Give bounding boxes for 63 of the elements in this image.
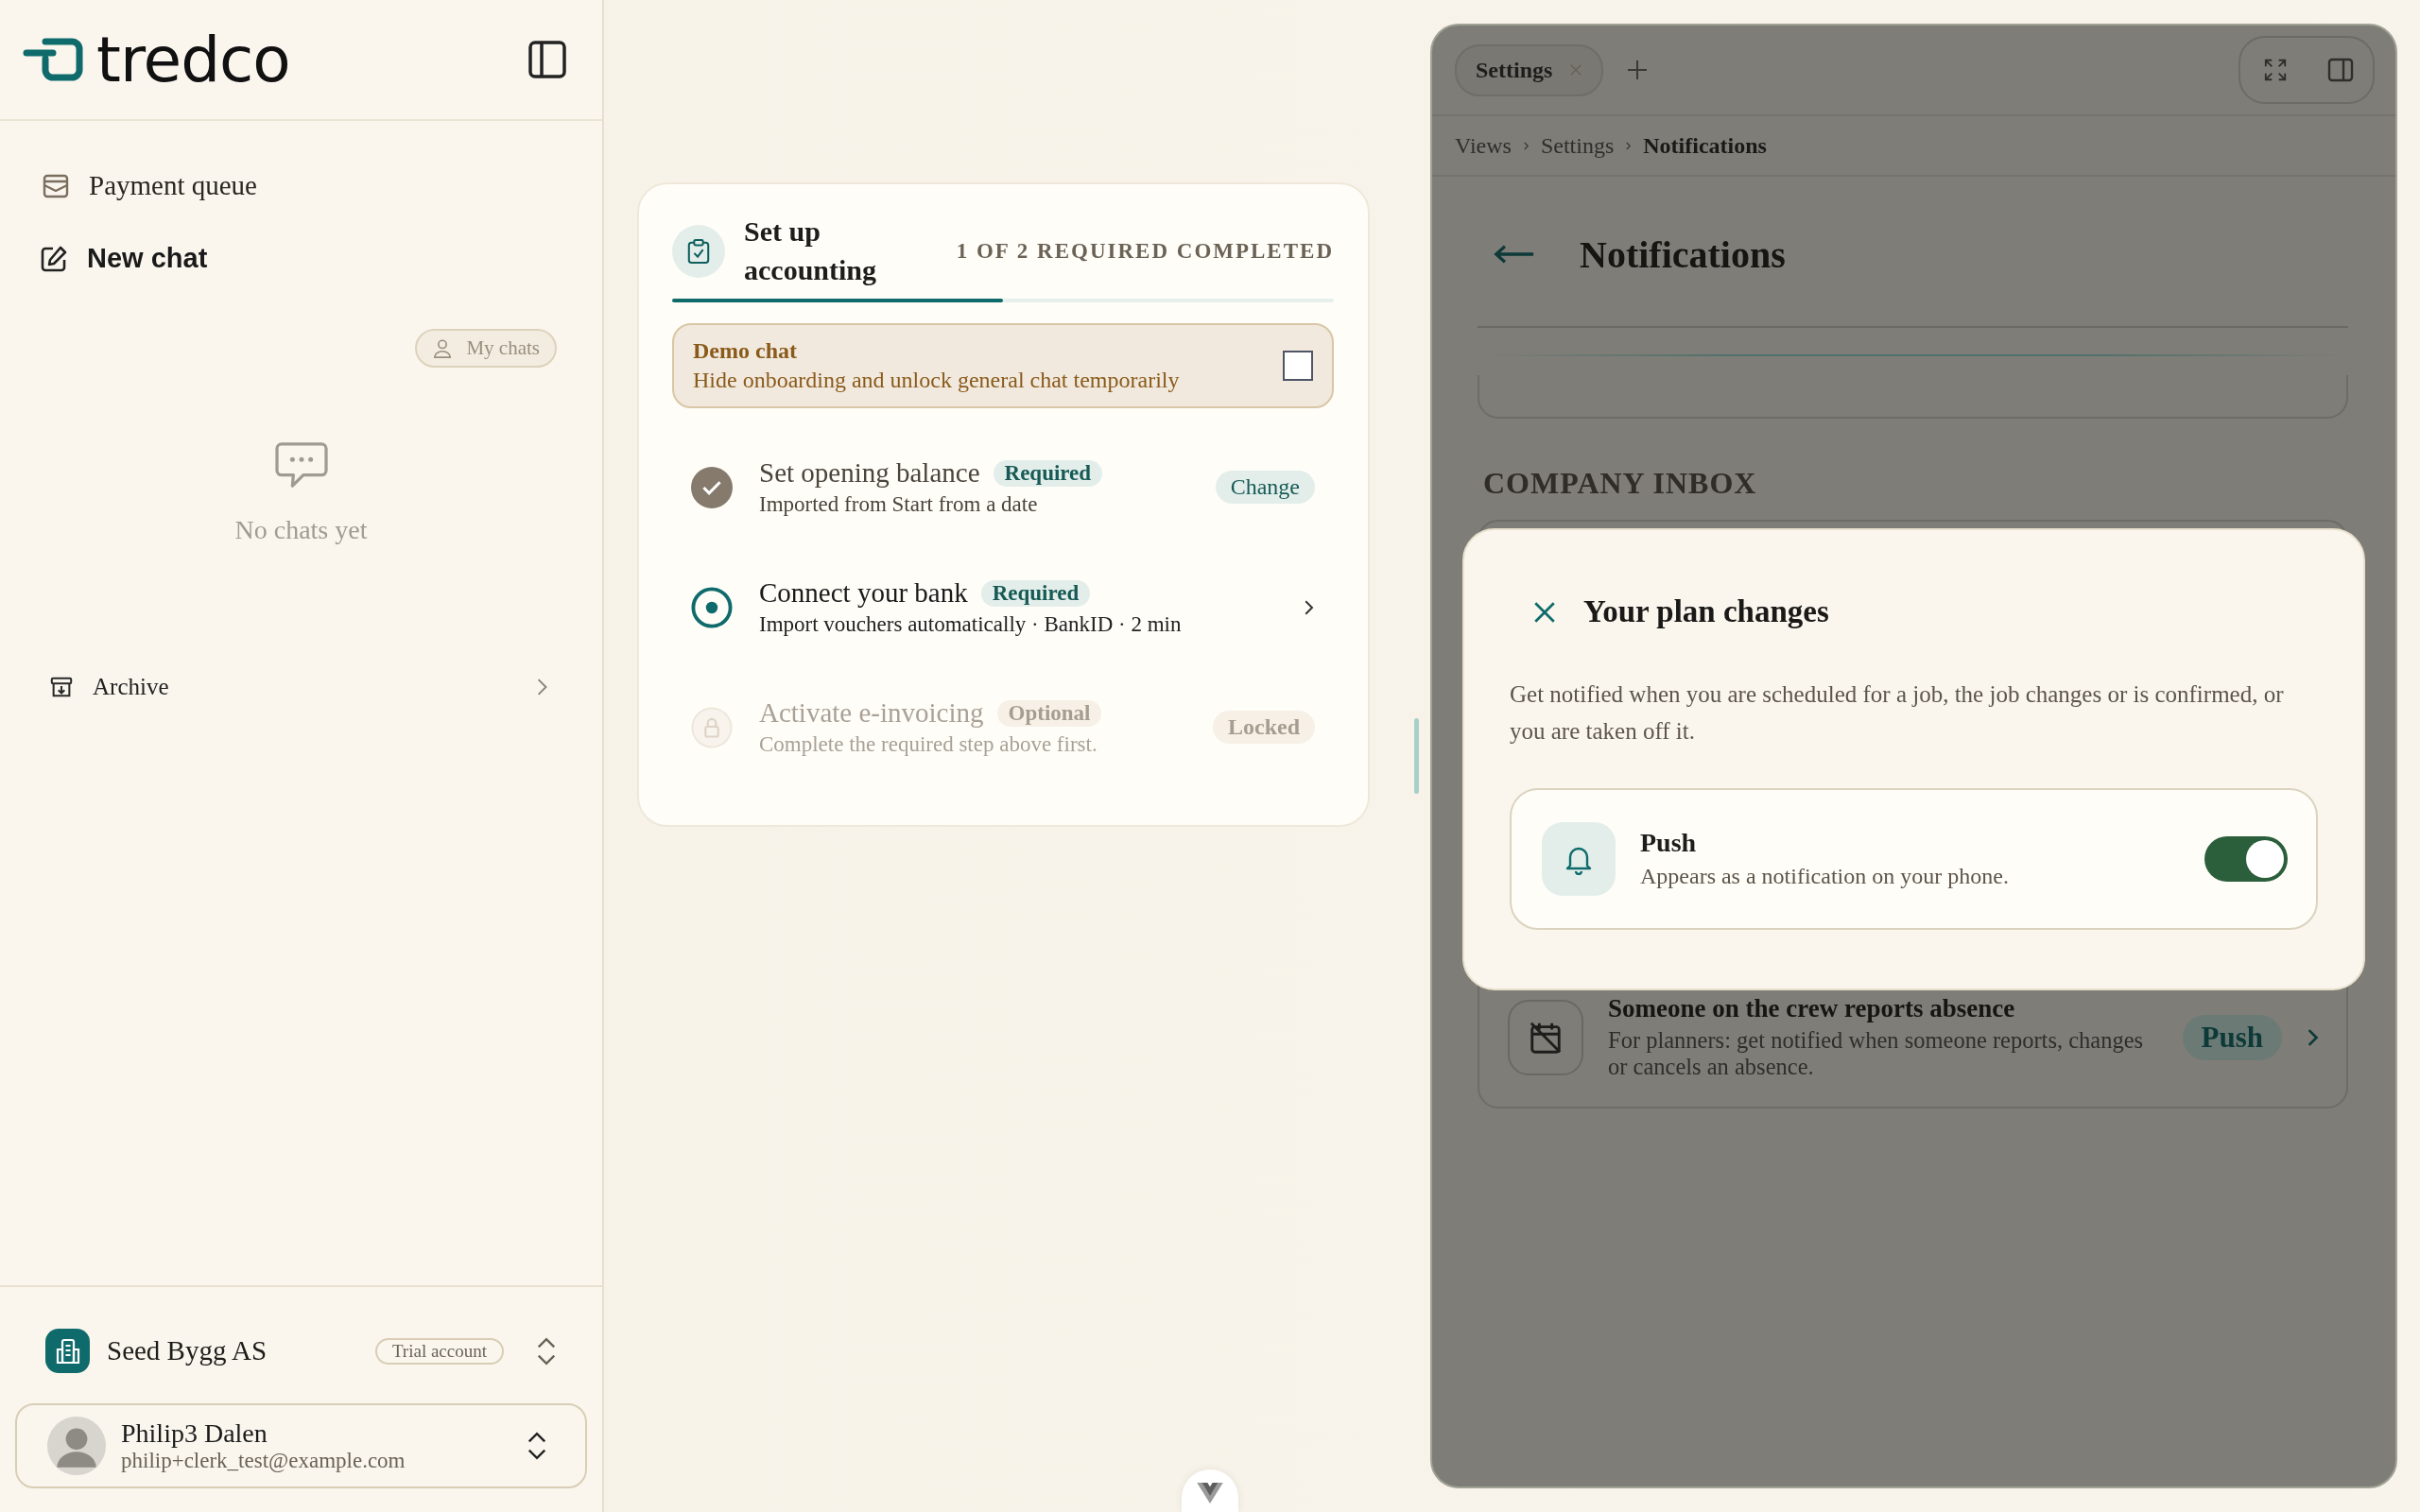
progress-text: 1 OF 2 REQUIRED COMPLETED [956,238,1334,264]
card-title: Set up accounting [744,215,877,287]
back-arrow-icon[interactable] [1493,244,1536,265]
step-title: Activate e-invoicing [759,697,984,729]
step-description: Complete the required step above first. [759,732,1098,757]
step-action-button[interactable]: Change [1215,471,1315,504]
logo-icon [23,36,85,83]
step-description: Import vouchers automatically · BankID · 2 min [759,612,1183,637]
bell-icon [1542,821,1616,896]
checkbox[interactable] [1283,351,1313,381]
locked-badge: Locked [1213,711,1315,744]
step-tag: Required [980,579,1091,607]
trial-badge: Trial account [374,1337,504,1365]
option-title: Push [1640,828,1698,858]
archive-box-icon [49,675,74,699]
user-name: Philip3 Dalen [121,1418,268,1449]
demo-title: Demo chat [693,338,798,364]
step-description: Imported from Start from a date [759,492,1039,517]
dialog-title: Your plan changes [1583,594,1829,629]
row-description: For planners: get notified when someone reports, changes or cancels an absence. [1608,1027,2145,1080]
check-circle-icon [691,466,733,508]
company-name: Seed Bygg AS [107,1335,268,1366]
section-title: COMPANY INBOX [1482,465,1758,502]
option-description: Appears as a notification on your phone. [1640,864,2010,889]
lock-icon [691,706,733,748]
side-panel-icon[interactable] [2327,57,2354,83]
edit-icon [40,244,68,273]
user-switcher[interactable]: Philip3 Dalen philip+clerk_test@example.com [15,1403,587,1488]
breadcrumb-separator [1522,140,1530,151]
sidebar-toggle-icon[interactable] [528,41,566,78]
building-icon [45,1329,90,1373]
tab[interactable]: Settings [1455,43,1604,96]
devtools-button[interactable] [1182,1469,1238,1512]
toggle-switch[interactable] [2204,835,2288,882]
page-title: Notifications [1580,232,1786,277]
plus-icon[interactable] [1626,59,1650,81]
chat-bubble-icon [273,441,329,490]
radio-dot-icon [691,586,733,628]
step-title: Set opening balance [759,457,980,489]
demo-description: Hide onboarding and unlock general chat temporarily [693,368,1181,393]
breadcrumb-separator [1625,140,1633,151]
person-icon [432,337,454,359]
row-title: Someone on the crew reports absence [1608,994,2016,1023]
user-email: philip+clerk_test@example.com [121,1449,406,1473]
channel-badge: Push [2182,1014,2282,1060]
archive-item[interactable]: Archive [0,545,602,700]
dialog-description: Get notified when you are scheduled for a job, the job changes or is confirmed, or you are taken off it. [1510,680,2285,746]
expand-collapse-icon [527,1431,547,1461]
avatar [47,1417,106,1475]
step-tag: Optional [996,699,1102,727]
expand-icon[interactable] [2263,58,2288,82]
resize-handle[interactable] [1414,718,1419,794]
calendar-off-icon [1508,999,1583,1075]
logo-text: tredco [96,23,290,96]
empty-state-text: No chats yet [234,515,368,545]
nav-item[interactable]: New chat [40,243,602,274]
step-title: Connect your bank [759,577,968,609]
expand-collapse-icon[interactable] [536,1335,557,1366]
notification-row[interactable]: Someone on the crew reports absence For planners: get notified when someone reports, changes or cancels an absence. Push [1508,994,2320,1080]
step-tag: Required [993,459,1103,487]
v-logo-icon [1197,1483,1223,1503]
nav-item[interactable]: Payment queue [42,170,602,201]
chevron-right-icon [536,677,549,697]
